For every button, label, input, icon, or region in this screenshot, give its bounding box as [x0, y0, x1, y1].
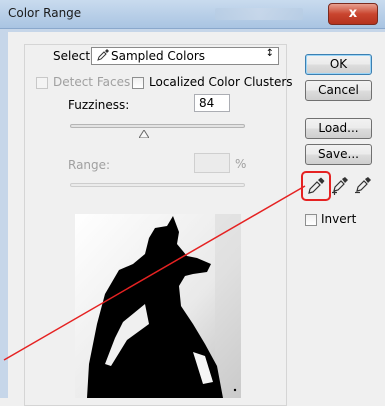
- ok-button[interactable]: OK: [305, 54, 372, 75]
- eyedropper-minus-icon: [355, 177, 371, 194]
- fuzziness-input[interactable]: 84: [194, 94, 230, 112]
- preview-image: [75, 214, 241, 398]
- selection-preview: [75, 214, 241, 398]
- invert-checkbox[interactable]: [305, 214, 317, 226]
- eyedropper-plus-icon: [332, 177, 348, 195]
- annotation-highlight-box: [301, 171, 331, 201]
- eyedropper-icon: [97, 49, 109, 64]
- cancel-button[interactable]: Cancel: [305, 80, 372, 101]
- select-label: Select:: [53, 49, 95, 63]
- range-input[interactable]: [194, 153, 230, 173]
- detect-faces-label: Detect Faces: [53, 75, 131, 89]
- window-title: Color Range: [8, 6, 82, 20]
- fuzziness-slider-thumb[interactable]: [138, 127, 150, 141]
- select-dropdown[interactable]: Sampled Colors ↕: [91, 47, 279, 65]
- fuzziness-label: Fuzziness:: [68, 98, 130, 112]
- eyedropper-subtract-tool-button[interactable]: [352, 175, 374, 197]
- range-label: Range:: [68, 158, 111, 172]
- detect-faces-checkbox[interactable]: [36, 77, 48, 89]
- close-button[interactable]: x: [328, 3, 378, 25]
- fuzziness-slider-track[interactable]: [70, 124, 245, 128]
- chevron-updown-icon: ↕: [265, 48, 274, 59]
- range-unit: %: [235, 157, 247, 171]
- invert-label: Invert: [321, 212, 357, 226]
- select-value: Sampled Colors: [111, 49, 206, 63]
- localized-clusters-label: Localized Color Clusters: [149, 75, 293, 89]
- save-button[interactable]: Save...: [305, 144, 372, 165]
- localized-clusters-checkbox[interactable]: [132, 77, 144, 89]
- range-slider-track[interactable]: [70, 183, 245, 187]
- title-bar[interactable]: Color Range x: [0, 0, 385, 29]
- load-button[interactable]: Load...: [305, 118, 372, 139]
- eyedropper-add-tool-button[interactable]: [329, 175, 351, 197]
- title-blur-area: [215, 8, 303, 20]
